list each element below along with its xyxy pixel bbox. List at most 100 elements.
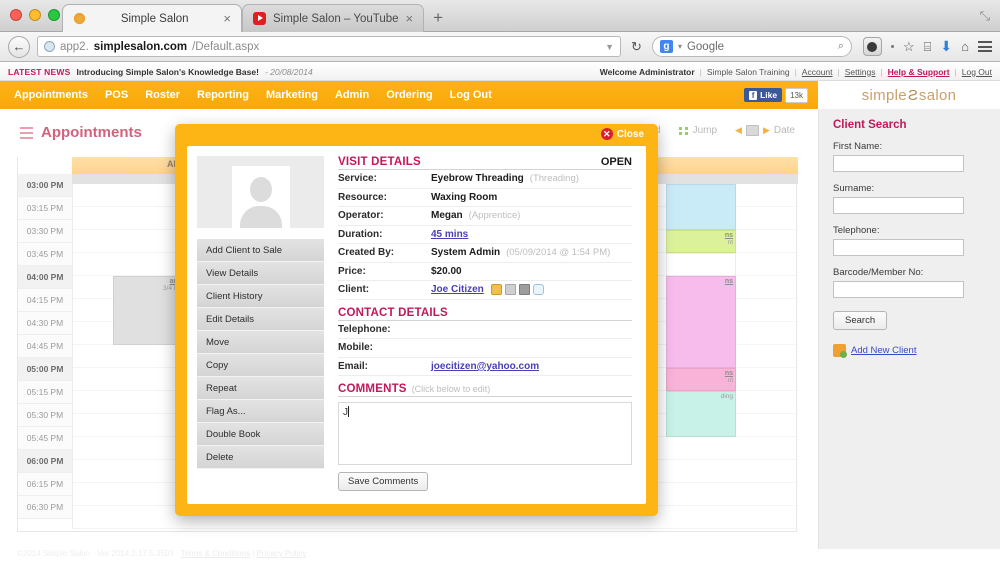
first-name-input[interactable] <box>833 155 964 172</box>
next-date-icon[interactable]: ▶ <box>763 125 770 136</box>
nav-admin[interactable]: Admin <box>335 89 369 101</box>
footer-link-privacy[interactable]: Privacy Policy <box>257 549 307 558</box>
action-add-client-to-sale[interactable]: Add Client to Sale <box>197 239 324 262</box>
jump-button[interactable]: Jump <box>678 125 717 136</box>
detail-value: Megan <box>431 210 463 222</box>
close-button[interactable]: ✕ Close <box>600 128 644 140</box>
swirl-icon: S <box>907 86 918 104</box>
telephone-input[interactable] <box>833 239 964 256</box>
facebook-like-count: 13k <box>785 87 808 103</box>
reload-icon[interactable]: ↻ <box>628 39 645 55</box>
account-link-account[interactable]: Account <box>802 67 833 77</box>
nav-pos[interactable]: POS <box>105 89 128 101</box>
account-link-settings[interactable]: Settings <box>845 67 876 77</box>
camera-icon[interactable] <box>862 37 882 56</box>
nav-reporting[interactable]: Reporting <box>197 89 249 101</box>
sms-bubble-icon[interactable] <box>532 284 544 296</box>
action-double-book[interactable]: Double Book <box>197 423 324 446</box>
client-card-icon[interactable] <box>490 284 502 296</box>
action-edit-details[interactable]: Edit Details <box>197 308 324 331</box>
action-view-details[interactable]: View Details <box>197 262 324 285</box>
time-slot-label: 04:45 PM <box>18 335 72 358</box>
new-tab-button[interactable]: + <box>424 4 452 32</box>
time-slot-label: 03:45 PM <box>18 243 72 266</box>
appointment-block[interactable]: ns <box>666 276 736 368</box>
search-input[interactable]: g ▾ Google ⌕ <box>651 36 852 57</box>
action-delete[interactable]: Delete <box>197 446 324 469</box>
close-icon[interactable]: × <box>406 12 414 25</box>
facebook-like-button[interactable]: f Like <box>744 88 783 102</box>
detail-note: (Apprentice) <box>468 210 521 222</box>
page-title: Appointments <box>20 124 142 141</box>
action-flag-as[interactable]: Flag As... <box>197 400 324 423</box>
detail-label: Price: <box>338 265 366 277</box>
minimize-window-button[interactable] <box>29 9 41 21</box>
home-icon[interactable]: ⌂ <box>961 39 969 54</box>
appointment-block[interactable] <box>666 253 736 276</box>
divider: | <box>794 66 797 77</box>
url-prefix: app2. <box>60 40 89 53</box>
prev-date-icon[interactable]: ◀ <box>735 125 742 136</box>
detail-link[interactable]: 45 mins <box>431 229 468 240</box>
time-slot-label: 04:30 PM <box>18 312 72 335</box>
comments-input[interactable]: J <box>338 402 632 465</box>
calendar-toolbar: ard Jump ◀ ▶ Date <box>646 125 795 136</box>
action-copy[interactable]: Copy <box>197 354 324 377</box>
downloads-icon[interactable]: ⬇ <box>940 38 952 55</box>
client-search-title: Client Search <box>833 119 907 131</box>
account-link-logout[interactable]: Log Out <box>962 67 992 77</box>
detail-row: Price: $20.00 <box>338 263 632 281</box>
detail-label: Telephone: <box>338 323 391 335</box>
reading-list-icon[interactable]: ⌸ <box>924 39 932 55</box>
appointment-block[interactable]: ding <box>666 391 736 437</box>
nav-marketing[interactable]: Marketing <box>266 89 318 101</box>
action-client-history[interactable]: Client History <box>197 285 324 308</box>
tab-simple-salon-youtube[interactable]: Simple Salon – YouTube × <box>242 4 425 32</box>
menu-icon[interactable] <box>978 41 992 52</box>
zoom-window-button[interactable] <box>48 9 60 21</box>
search-icon[interactable]: ⌕ <box>838 40 844 53</box>
chevron-down-icon[interactable]: ▾ <box>678 42 682 51</box>
detail-row: Duration: 45 mins <box>338 226 632 244</box>
nav-appointments[interactable]: Appointments <box>14 89 88 101</box>
news-headline[interactable]: Introducing Simple Salon's Knowledge Bas… <box>77 67 259 77</box>
back-button[interactable]: ← <box>8 35 30 58</box>
address-bar[interactable]: app2. simplesalon.com/Default.aspx ▼ <box>37 36 622 57</box>
star-icon[interactable]: ☆ <box>903 39 915 55</box>
close-window-button[interactable] <box>10 9 22 21</box>
date-picker[interactable]: ◀ ▶ Date <box>735 125 795 136</box>
account-link-help[interactable]: Help & Support <box>888 67 950 77</box>
appointment-block[interactable] <box>666 184 736 230</box>
barcode-input[interactable] <box>833 281 964 298</box>
action-repeat[interactable]: Repeat <box>197 377 324 400</box>
facebook-like-label: Like <box>760 90 778 100</box>
surname-input[interactable] <box>833 197 964 214</box>
account-link-training[interactable]: Simple Salon Training <box>707 67 790 77</box>
appointment-block[interactable]: ns nt <box>666 368 736 391</box>
tab-label: Simple Salon <box>120 12 189 25</box>
telephone-label: Telephone: <box>833 225 880 236</box>
search-button[interactable]: Search <box>833 311 888 330</box>
footer-link-terms[interactable]: Terms & Conditions <box>181 549 250 558</box>
print-person-icon[interactable] <box>518 284 530 296</box>
nav-logout[interactable]: Log Out <box>450 89 492 101</box>
fullscreen-icon[interactable]: ⤡ <box>980 8 990 24</box>
overflow-dot-icon[interactable] <box>890 45 894 48</box>
action-move[interactable]: Move <box>197 331 324 354</box>
close-icon[interactable]: × <box>223 12 231 25</box>
printer-icon[interactable] <box>504 284 516 296</box>
detail-link[interactable]: joecitizen@yahoo.com <box>431 361 539 372</box>
chevron-down-icon[interactable]: ▼ <box>605 42 614 52</box>
tab-simple-salon[interactable]: Simple Salon × <box>62 4 242 32</box>
nav-roster[interactable]: Roster <box>145 89 180 101</box>
screen: Simple Salon × Simple Salon – YouTube × … <box>0 0 1000 564</box>
appointment-block[interactable]: ns nt <box>666 230 736 253</box>
client-name-link[interactable]: Joe Citizen <box>431 284 484 295</box>
detail-row: Mobile: <box>338 339 632 358</box>
calendar-icon[interactable] <box>745 125 759 136</box>
menu-icon[interactable] <box>20 126 33 139</box>
nav-ordering[interactable]: Ordering <box>386 89 432 101</box>
add-new-client-link[interactable]: Add New Client <box>851 345 916 356</box>
save-comments-button[interactable]: Save Comments <box>338 472 429 491</box>
add-new-client[interactable]: Add New Client <box>833 344 986 358</box>
